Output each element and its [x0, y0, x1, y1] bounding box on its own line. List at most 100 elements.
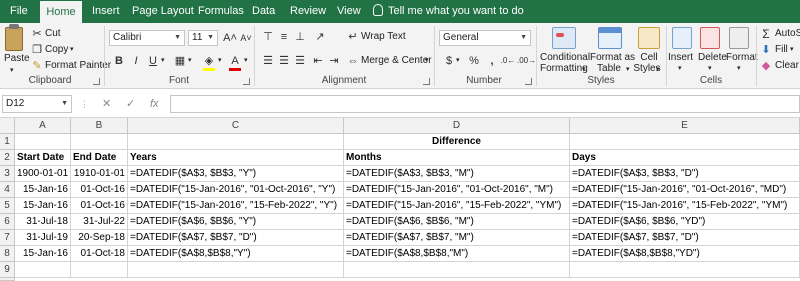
number-format-select[interactable]: General ▼ — [439, 30, 531, 46]
cell-c7[interactable]: =DATEDIF($A$7, $B$7, "D") — [128, 230, 344, 246]
copy-dropdown-icon[interactable]: ▾ — [70, 44, 74, 56]
cell-e9[interactable] — [570, 262, 800, 278]
percent-button[interactable]: % — [466, 53, 482, 69]
conditional-formatting-icon[interactable] — [552, 27, 576, 49]
cell-c1[interactable] — [128, 134, 344, 150]
column-header-d[interactable]: D — [344, 118, 570, 134]
merge-dropdown-icon[interactable]: ▾ — [425, 55, 429, 67]
column-header-e[interactable]: E — [570, 118, 800, 134]
tab-file[interactable]: File — [10, 0, 28, 23]
cell-b9[interactable] — [71, 262, 128, 278]
header-cell-b2[interactable]: End Date — [71, 150, 128, 166]
autosum-button[interactable]: AutoSu — [775, 28, 800, 40]
cell-d7[interactable]: =DATEDIF($A$7, $B$7, "M") — [344, 230, 570, 246]
row-header-2[interactable]: 2 — [0, 150, 15, 166]
insert-cells-icon[interactable] — [672, 27, 692, 49]
copy-button[interactable]: Copy — [45, 44, 68, 56]
borders-dropdown-icon[interactable]: ▾ — [188, 55, 192, 67]
fill-color-dropdown-icon[interactable]: ▾ — [218, 55, 222, 67]
cell-e1[interactable] — [570, 134, 800, 150]
cell-b5[interactable]: 01-Oct-16 — [71, 198, 128, 214]
tab-page-layout[interactable]: Page Layout — [132, 0, 194, 23]
cell-c4[interactable]: =DATEDIF("15-Jan-2016", "01-Oct-2016", "… — [128, 182, 344, 198]
row-header-5[interactable]: 5 — [0, 198, 15, 214]
wrap-text-button[interactable]: Wrap Text — [361, 31, 406, 43]
fill-color-icon[interactable]: ◈ — [201, 53, 217, 69]
cell-b4[interactable]: 01-Oct-16 — [71, 182, 128, 198]
delete-dropdown-icon[interactable]: ▾ — [708, 63, 712, 75]
fill-button[interactable]: Fill — [775, 44, 788, 56]
header-cell-c2[interactable]: Years — [128, 150, 344, 166]
tab-formulas[interactable]: Formulas — [198, 0, 244, 23]
row-header-6[interactable]: 6 — [0, 214, 15, 230]
delete-cells-icon[interactable] — [700, 27, 720, 49]
format-cells-button[interactable]: Format — [726, 52, 758, 64]
paste-icon[interactable] — [5, 27, 23, 51]
align-right-icon[interactable]: ☰ — [292, 53, 308, 69]
cell-d9[interactable] — [344, 262, 570, 278]
comma-button[interactable]: , — [484, 53, 500, 69]
bold-button[interactable]: B — [111, 53, 127, 69]
cell-c9[interactable] — [128, 262, 344, 278]
cell-d3[interactable]: =DATEDIF($A$3, $B$3, "M") — [344, 166, 570, 182]
tab-insert[interactable]: Insert — [92, 0, 120, 23]
number-launcher-icon[interactable] — [525, 78, 532, 85]
column-header-a[interactable]: A — [15, 118, 71, 134]
cell-d8[interactable]: =DATEDIF($A$8,$B$8,"M") — [344, 246, 570, 262]
tab-review[interactable]: Review — [290, 0, 326, 23]
cell-a6[interactable]: 31-Jul-18 — [15, 214, 71, 230]
cell-a5[interactable]: 15-Jan-16 — [15, 198, 71, 214]
column-header-b[interactable]: B — [71, 118, 128, 134]
delete-cells-button[interactable]: Delete — [698, 52, 727, 64]
tab-view[interactable]: View — [337, 0, 361, 23]
clear-button[interactable]: Clear — [775, 60, 799, 72]
cell-b1[interactable] — [71, 134, 128, 150]
column-header-c[interactable]: C — [128, 118, 344, 134]
cell-e5[interactable]: =DATEDIF("15-Jan-2016", "15-Feb-2022", "… — [570, 198, 800, 214]
decrease-indent-icon[interactable]: ⇤ — [310, 53, 326, 69]
header-cell-d2[interactable]: Months — [344, 150, 570, 166]
font-color-dropdown-icon[interactable]: ▾ — [244, 55, 248, 67]
row-header-3[interactable]: 3 — [0, 166, 15, 182]
font-name-select[interactable]: Calibri ▼ — [109, 30, 185, 46]
orientation-icon[interactable]: ↗ — [312, 29, 328, 45]
header-cell-a2[interactable]: Start Date — [15, 150, 71, 166]
cell-b3[interactable]: 1910-01-01 — [71, 166, 128, 182]
cell-e7[interactable]: =DATEDIF($A$7, $B$7, "D") — [570, 230, 800, 246]
format-as-table-label-line2[interactable]: Table — [590, 63, 628, 75]
align-middle-icon[interactable]: ≡ — [276, 29, 292, 45]
format-cells-icon[interactable] — [729, 27, 749, 49]
decrease-decimal-icon[interactable]: .00→ — [517, 53, 536, 69]
format-dropdown-icon[interactable]: ▾ — [737, 63, 741, 75]
row-header-4[interactable]: 4 — [0, 182, 15, 198]
align-bottom-icon[interactable]: ⊥ — [292, 29, 308, 45]
cancel-entry-button[interactable]: ✕ — [102, 95, 111, 113]
cell-d5[interactable]: =DATEDIF("15-Jan-2016", "15-Feb-2022", "… — [344, 198, 570, 214]
fill-dropdown-icon[interactable]: ▾ — [790, 44, 794, 56]
conditional-formatting-label-line2[interactable]: Formatting — [540, 63, 588, 75]
cell-c3[interactable]: =DATEDIF($A$3, $B$3, "Y") — [128, 166, 344, 182]
cell-e4[interactable]: =DATEDIF("15-Jan-2016", "01-Oct-2016", "… — [570, 182, 800, 198]
name-box[interactable]: D12 ▼ — [2, 95, 72, 113]
tell-me-search[interactable]: Tell me what you want to do — [373, 0, 524, 23]
cell-c6[interactable]: =DATEDIF($A$6, $B$6, "Y") — [128, 214, 344, 230]
increase-decimal-icon[interactable]: .0← — [500, 53, 516, 69]
cell-a1[interactable] — [15, 134, 71, 150]
insert-dropdown-icon[interactable]: ▾ — [678, 63, 682, 75]
cell-d6[interactable]: =DATEDIF($A$6, $B$6, "M") — [344, 214, 570, 230]
formula-input[interactable] — [170, 95, 800, 113]
cell-styles-icon[interactable] — [638, 27, 660, 49]
cell-c5[interactable]: =DATEDIF("15-Jan-2016", "15-Feb-2022", "… — [128, 198, 344, 214]
cell-b7[interactable]: 20-Sep-18 — [71, 230, 128, 246]
shrink-font-button[interactable]: A˅ — [238, 30, 254, 46]
underline-button[interactable]: U — [145, 53, 161, 69]
clipboard-launcher-icon[interactable] — [93, 78, 100, 85]
cut-button[interactable]: Cut — [45, 28, 61, 40]
row-header-9[interactable]: 9 — [0, 262, 15, 278]
font-size-select[interactable]: 11 ▼ — [188, 30, 218, 46]
confirm-entry-button[interactable]: ✓ — [126, 95, 135, 113]
title-cell-d1[interactable]: Difference — [344, 134, 570, 150]
cell-c8[interactable]: =DATEDIF($A$8,$B$8,"Y") — [128, 246, 344, 262]
underline-dropdown-icon[interactable]: ▾ — [161, 55, 165, 67]
row-header-7[interactable]: 7 — [0, 230, 15, 246]
